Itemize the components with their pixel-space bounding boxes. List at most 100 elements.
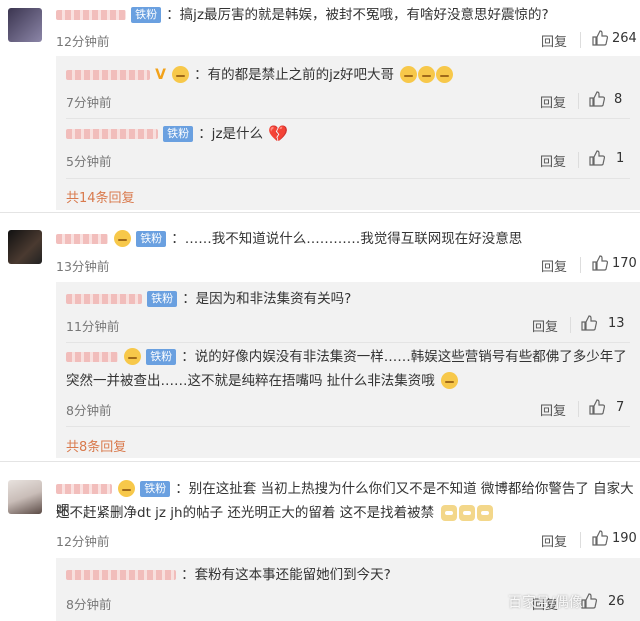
replies-box: 铁粉 ：是因为和非法集资有关吗? 11分钟前 回复 13 铁粉 ：说的好像内娱没…: [56, 282, 640, 458]
like-button[interactable]: [588, 398, 606, 416]
reply-time: 7分钟前: [66, 95, 112, 110]
like-button[interactable]: [588, 90, 606, 108]
reply-time: 11分钟前: [66, 319, 120, 334]
reply-time: 8分钟前: [66, 597, 112, 612]
reply-text-line1: ：说的好像内娱没有非法集资一样……韩娱这些营销号有些都佛了多少年了: [181, 349, 627, 365]
username-blurred[interactable]: [66, 351, 118, 362]
action-divider: [580, 257, 581, 273]
reply-button[interactable]: 回复: [540, 92, 566, 111]
username-blurred[interactable]: [66, 69, 150, 80]
like-button[interactable]: [580, 314, 598, 332]
emoji-icon: [118, 480, 136, 497]
thumbs-up-icon: [589, 399, 606, 415]
like-count: 7: [616, 400, 625, 415]
comment-divider: [0, 461, 640, 462]
like-count: 26: [608, 594, 625, 609]
username-blurred[interactable]: [56, 233, 108, 244]
reply-text: ：jz是什么: [198, 126, 264, 142]
thumbs-up-icon: [581, 315, 598, 331]
reply-button[interactable]: 回复: [541, 256, 567, 275]
thumbs-up-icon: [589, 91, 606, 107]
reply-divider: [66, 118, 630, 119]
reply-button[interactable]: 回复: [540, 400, 566, 419]
like-count: 13: [608, 316, 625, 331]
emoji-icon: [400, 66, 418, 83]
like-count: 1: [616, 151, 625, 166]
username-blurred[interactable]: [56, 9, 126, 20]
fan-badge: 铁粉: [146, 348, 177, 365]
reply-header: V ：有的都是禁止之前的jz好吧大哥: [66, 64, 454, 86]
action-divider: [578, 93, 579, 109]
reply-divider: [66, 178, 630, 179]
reply-button[interactable]: 回复: [532, 316, 558, 335]
like-button[interactable]: [591, 254, 609, 272]
emoji-icon: [172, 66, 190, 83]
fan-badge: 铁粉: [131, 6, 162, 23]
reply-button[interactable]: 回复: [541, 31, 567, 50]
avatar[interactable]: [8, 480, 42, 514]
emoji-icon: [440, 372, 458, 389]
fan-badge: 铁粉: [140, 480, 171, 497]
fan-badge: 铁粉: [163, 125, 194, 142]
like-button[interactable]: [591, 529, 609, 547]
comment-time: 12分钟前: [56, 534, 110, 549]
reply-text: ：是因为和非法集资有关吗?: [182, 291, 352, 307]
like-count: 264: [612, 31, 637, 46]
reply-divider: [66, 342, 630, 343]
like-button[interactable]: [591, 29, 609, 47]
more-replies-link[interactable]: 共8条回复: [66, 436, 126, 455]
emoji-icon: [124, 348, 142, 365]
fan-badge: 铁粉: [136, 230, 167, 247]
action-divider: [578, 152, 579, 168]
comment-1: 铁粉 ：搞jz最厉害的就是韩娱，被封不冤哦，有啥好没意思好震惊的? 12分钟前 …: [0, 0, 640, 210]
action-divider: [580, 32, 581, 48]
thumbs-up-icon: [592, 530, 609, 546]
dog-emoji-icon: [477, 504, 494, 521]
reply-header: 铁粉 ：jz是什么 💔: [66, 123, 288, 145]
comment-text: ：搞jz最厉害的就是韩娱，被封不冤哦，有啥好没意思好震惊的?: [166, 7, 549, 23]
like-count: 190: [612, 531, 637, 546]
emoji-icon: [436, 66, 454, 83]
reply-text-line2: 突然一并被查出……这不就是纯粹在捂嘴吗 扯什么非法集资哦: [66, 373, 435, 389]
reply-text: ：套粉有这本事还能留她们到今天?: [181, 567, 391, 583]
reply-header: ：套粉有这本事还能留她们到今天?: [66, 564, 391, 586]
emoji-icon: [418, 66, 436, 83]
reply-time: 5分钟前: [66, 154, 112, 169]
reply-button[interactable]: 回复: [540, 151, 566, 170]
reply-header: 铁粉 ：是因为和非法集资有关吗?: [66, 288, 351, 310]
emoji-icon: [114, 230, 132, 247]
comment-text-line2: 还不赶紧删净dt jz jh的帖子 还光明正大的留着 这不是找着被禁: [56, 505, 435, 521]
comment-text-line2-row: 还不赶紧删净dt jz jh的帖子 还光明正大的留着 这不是找着被禁: [56, 502, 494, 524]
username-blurred[interactable]: [66, 569, 176, 580]
reply-button[interactable]: 回复: [541, 531, 567, 550]
reply-header: 铁粉 ：说的好像内娱没有非法集资一样……韩娱这些营销号有些都佛了多少年了: [66, 346, 632, 368]
broken-heart-icon: 💔: [268, 124, 289, 143]
comment-time: 12分钟前: [56, 34, 110, 49]
comment-divider: [0, 212, 640, 213]
watermark: 百家号/偶像: [508, 595, 583, 611]
action-divider: [570, 317, 571, 333]
dog-emoji-icon: [441, 504, 458, 521]
reply-time: 8分钟前: [66, 403, 112, 418]
replies-box: V ：有的都是禁止之前的jz好吧大哥 7分钟前 回复 8 铁粉 ：jz是什么 💔…: [56, 56, 640, 210]
more-replies-link[interactable]: 共14条回复: [66, 187, 135, 206]
thumbs-up-icon: [592, 255, 609, 271]
avatar[interactable]: [8, 230, 42, 264]
like-count: 8: [614, 92, 623, 107]
like-button[interactable]: [588, 149, 606, 167]
comment-header: 铁粉 ：搞jz最厉害的就是韩娱，被封不冤哦，有啥好没意思好震惊的?: [56, 4, 549, 26]
action-divider: [580, 532, 581, 548]
avatar[interactable]: [8, 8, 42, 42]
username-blurred[interactable]: [66, 293, 142, 304]
dog-emoji-icon: [459, 504, 476, 521]
comment-text: ：……我不知道说什么…………我觉得互联网现在好没意思: [171, 231, 523, 247]
thumbs-up-icon: [589, 150, 606, 166]
comment-2: 铁粉 ：……我不知道说什么…………我觉得互联网现在好没意思 13分钟前 回复 1…: [0, 214, 640, 458]
reply-text-line2-row: 突然一并被查出……这不就是纯粹在捂嘴吗 扯什么非法集资哦: [66, 370, 458, 392]
username-blurred[interactable]: [66, 128, 158, 139]
reply-divider: [66, 426, 630, 427]
username-blurred[interactable]: [56, 483, 112, 494]
verified-v-icon: V: [155, 66, 166, 83]
comment-header: 铁粉 ：……我不知道说什么…………我觉得互联网现在好没意思: [56, 228, 522, 250]
fan-badge: 铁粉: [147, 290, 178, 307]
